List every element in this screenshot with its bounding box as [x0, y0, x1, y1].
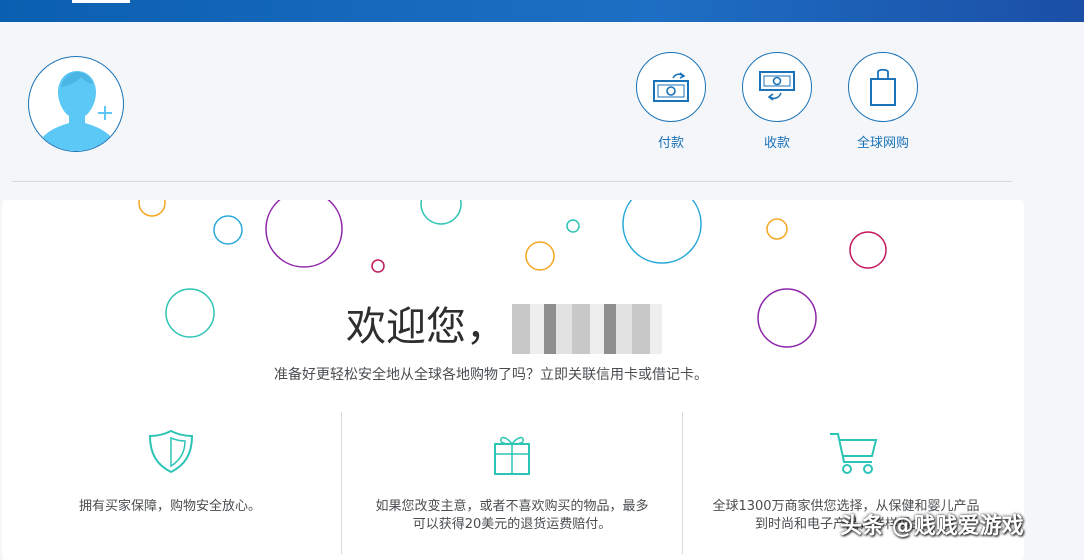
- feature-return-shipping: 如果您改变主意，或者不喜欢购买的物品，最多 可以获得20美元的退货运费赔付。: [375, 499, 649, 532]
- pay-label: 付款: [657, 136, 684, 151]
- shield-icon: [148, 428, 194, 478]
- user-add-icon: [43, 71, 118, 151]
- feature-buyer-protection: 拥有买家保障，购物安全放心。: [78, 499, 261, 514]
- gift-icon: [492, 430, 532, 480]
- receive-money-icon: [742, 52, 812, 122]
- receive-label: 收款: [763, 136, 790, 151]
- active-tab-indicator: [72, 0, 130, 3]
- blurred-username: [512, 304, 662, 354]
- welcome-heading: 欢迎您，: [346, 294, 662, 354]
- cart-icon: [828, 430, 880, 480]
- receive-button[interactable]: 收款: [737, 52, 817, 151]
- global-shopping-label: 全球网购: [856, 136, 909, 151]
- shopping-bag-icon: [848, 52, 918, 122]
- top-nav-bar: [0, 0, 1084, 22]
- global-shopping-button[interactable]: 全球网购: [843, 52, 923, 151]
- watermark: 头条 @贱贱爱游戏: [840, 514, 1024, 539]
- welcome-subtitle: 准备好更轻松安全地从全球各地购物了吗？立即关联信用卡或借记卡。: [274, 367, 708, 383]
- section-divider: [12, 181, 1012, 182]
- send-money-icon: [636, 52, 706, 122]
- pay-button[interactable]: 付款: [631, 52, 711, 151]
- avatar[interactable]: [28, 56, 124, 152]
- welcome-title: 欢迎您，: [346, 304, 506, 350]
